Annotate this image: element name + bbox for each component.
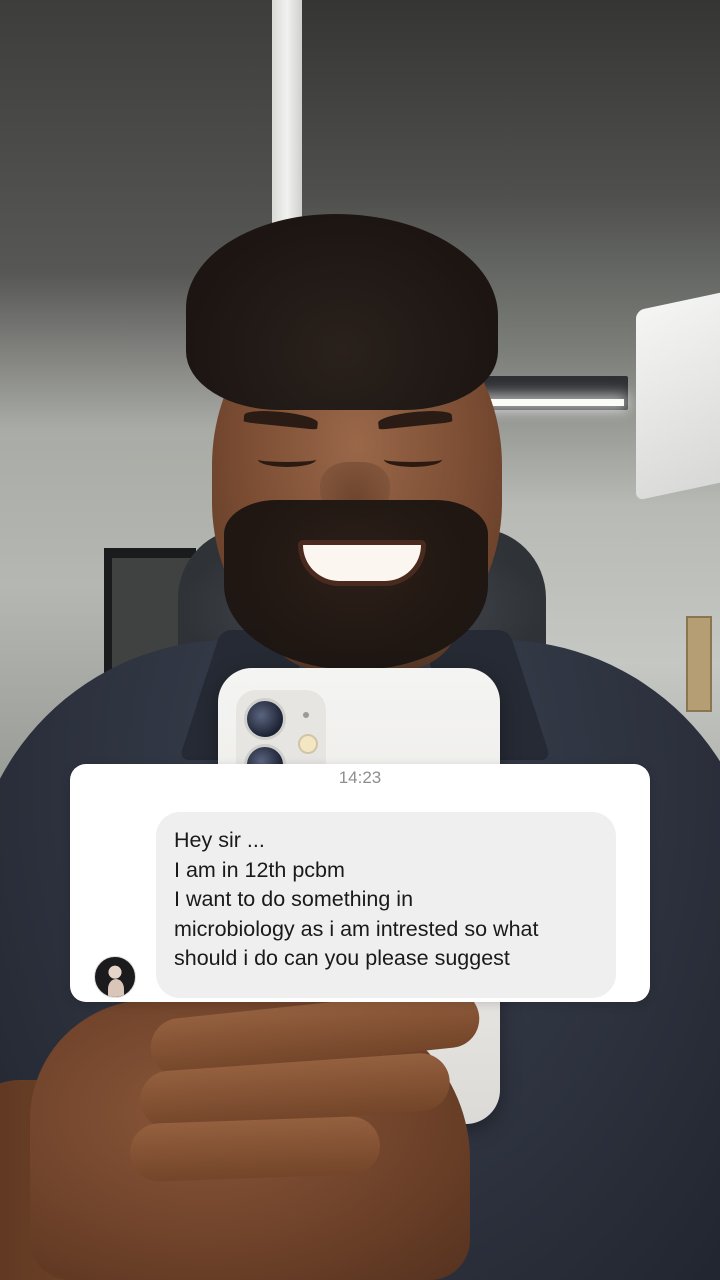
person-hair <box>186 214 498 410</box>
phone-flash-icon <box>298 734 318 754</box>
video-background <box>0 0 720 1280</box>
message-line: I am in 12th pcbm <box>174 857 345 882</box>
eye-left <box>258 452 316 467</box>
finger <box>129 1115 381 1183</box>
direct-message-card: 14:23 Hey sir ... I am in 12th pcbm I wa… <box>70 764 650 1002</box>
ceiling-light <box>472 376 628 410</box>
wall-sign <box>686 616 712 712</box>
phone-mic-icon <box>303 712 309 718</box>
eye-right <box>384 452 442 467</box>
sender-avatar <box>94 956 136 998</box>
message-line: microbiology as i am intrested so what <box>174 916 539 941</box>
wall-pillar <box>272 0 302 240</box>
message-bubble: Hey sir ... I am in 12th pcbm I want to … <box>156 812 616 998</box>
air-conditioner <box>636 289 720 501</box>
message-line: I want to do something in <box>174 887 414 911</box>
phone-lens-icon <box>244 698 286 740</box>
message-line: should i do can you please suggest <box>174 946 510 970</box>
smiling-mouth <box>298 540 426 586</box>
message-line: Hey sir ... <box>174 828 265 852</box>
message-timestamp: 14:23 <box>338 768 382 787</box>
